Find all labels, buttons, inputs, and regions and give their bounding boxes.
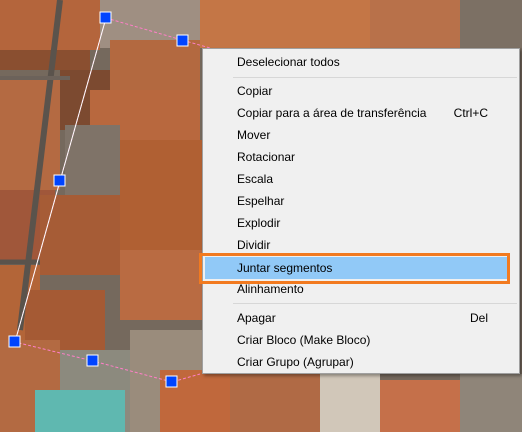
menu-separator <box>233 77 517 78</box>
menu-item-deselect-all[interactable]: Deselecionar todos <box>204 51 518 73</box>
menu-item-label: Apagar <box>237 311 276 325</box>
menu-item-explode[interactable]: Explodir <box>204 212 518 234</box>
menu-item-label: Espelhar <box>237 194 285 208</box>
menu-item-create-group[interactable]: Criar Grupo (Agrupar) <box>204 351 518 373</box>
menu-item-label: Escala <box>237 172 274 186</box>
menu-item-alignment[interactable]: Alinhamento <box>204 278 518 300</box>
menu-item-label: Criar Bloco (Make Bloco) <box>237 333 371 347</box>
context-menu: Deselecionar todos Copiar Copiar para a … <box>202 48 520 374</box>
menu-item-label: Dividir <box>237 238 271 252</box>
menu-item-copy[interactable]: Copiar <box>204 80 518 102</box>
menu-item-shortcut: Del <box>469 311 488 325</box>
selection-handle-bottom[interactable] <box>86 354 99 367</box>
menu-item-delete[interactable]: Apagar Del <box>204 307 518 329</box>
menu-item-label: Juntar segmentos <box>237 261 333 275</box>
selection-handle-top[interactable] <box>99 11 112 24</box>
menu-item-copy-to-clipboard[interactable]: Copiar para a área de transferência Ctrl… <box>204 102 518 124</box>
menu-item-move[interactable]: Mover <box>204 124 518 146</box>
menu-item-shortcut: Ctrl+C <box>453 106 488 120</box>
menu-separator <box>233 303 517 304</box>
selection-handle-left[interactable] <box>53 174 66 187</box>
menu-item-rotate[interactable]: Rotacionar <box>204 146 518 168</box>
menu-item-label: Criar Grupo (Agrupar) <box>237 355 354 369</box>
menu-item-label: Copiar <box>237 84 273 98</box>
menu-item-scale[interactable]: Escala <box>204 168 518 190</box>
menu-item-label: Explodir <box>237 216 281 230</box>
menu-item-label: Copiar para a área de transferência <box>237 106 427 120</box>
selection-handle-top-right[interactable] <box>176 34 189 47</box>
menu-item-divide[interactable]: Dividir <box>204 234 518 256</box>
menu-item-mirror[interactable]: Espelhar <box>204 190 518 212</box>
selection-handle-bottom-left[interactable] <box>8 335 21 348</box>
menu-item-label: Deselecionar todos <box>237 55 340 69</box>
menu-item-label: Alinhamento <box>237 282 304 296</box>
menu-item-label: Rotacionar <box>237 150 296 164</box>
menu-item-label: Mover <box>237 128 271 142</box>
menu-item-join-segments[interactable]: Juntar segmentos <box>205 257 508 279</box>
selection-handle-bottom-right[interactable] <box>165 375 178 388</box>
menu-item-create-block[interactable]: Criar Bloco (Make Bloco) <box>204 329 518 351</box>
